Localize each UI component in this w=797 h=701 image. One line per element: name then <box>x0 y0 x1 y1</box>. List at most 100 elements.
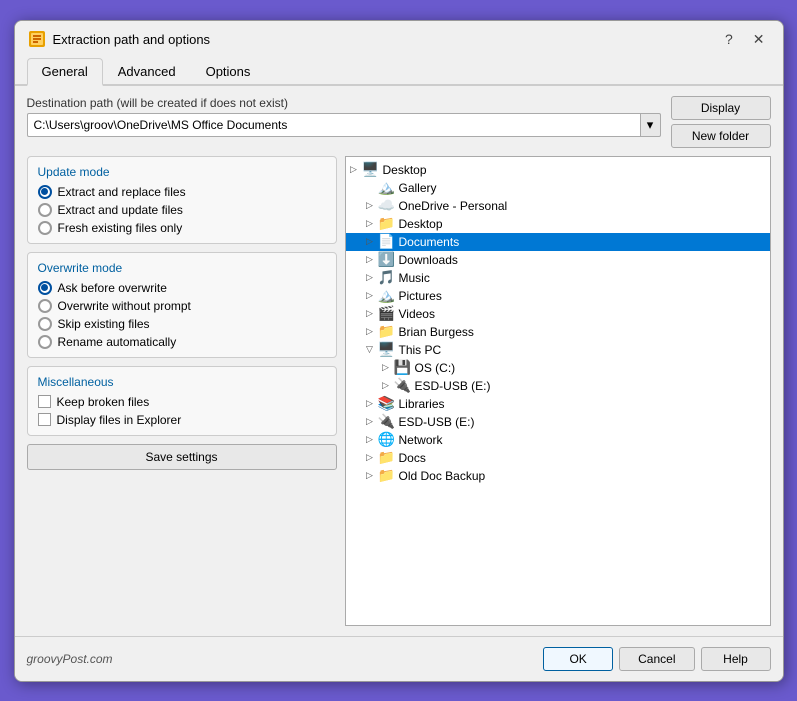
dialog-window: Extraction path and options ? ✕ General … <box>14 20 784 682</box>
title-bar: Extraction path and options ? ✕ <box>15 21 783 50</box>
tree-item-label: ESD-USB (E:) <box>415 379 491 393</box>
tree-item[interactable]: ▽ 🖥️ This PC <box>346 341 770 359</box>
title-bar-left: Extraction path and options <box>27 29 211 49</box>
tree-item-label: ESD-USB (E:) <box>399 415 475 429</box>
tree-item[interactable]: ▷ 🔌 ESD-USB (E:) <box>346 413 770 431</box>
destination-right: Display New folder <box>671 96 771 148</box>
help-button[interactable]: Help <box>701 647 771 671</box>
destination-label: Destination path (will be created if doe… <box>27 96 661 110</box>
update-extract-update[interactable]: Extract and update files <box>38 203 326 217</box>
tree-item-label: Gallery <box>399 181 437 195</box>
ok-button[interactable]: OK <box>543 647 613 671</box>
tree-item-label: OneDrive - Personal <box>399 199 508 213</box>
overwrite-ask[interactable]: Ask before overwrite <box>38 281 326 295</box>
tab-bar: General Advanced Options <box>15 50 783 86</box>
tree-item-label: Brian Burgess <box>399 325 474 339</box>
tree-item[interactable]: ▷ 📚 Libraries <box>346 395 770 413</box>
tree-item-label: Videos <box>399 307 435 321</box>
pictures-icon: 🏔️ <box>378 288 396 304</box>
overwrite-skip[interactable]: Skip existing files <box>38 317 326 331</box>
title-bar-controls: ? ✕ <box>719 29 771 50</box>
destination-row: Destination path (will be created if doe… <box>27 96 771 148</box>
file-tree-panel: ▷ 🖥️ Desktop 🏔️ Gallery ▷ ☁️ On <box>345 156 771 626</box>
tree-item[interactable]: ▷ 📁 Desktop <box>346 215 770 233</box>
tree-item[interactable]: ▷ ☁️ OneDrive - Personal <box>346 197 770 215</box>
tree-item-label: Desktop <box>383 163 427 177</box>
update-mode-title: Update mode <box>38 165 326 179</box>
miscellaneous-title: Miscellaneous <box>38 375 326 389</box>
expander-icon: ▷ <box>362 450 378 466</box>
tree-item[interactable]: ▷ 📁 Old Doc Backup <box>346 467 770 485</box>
left-panel: Update mode Extract and replace files Ex… <box>27 156 337 626</box>
tree-item[interactable]: ▷ 🎵 Music <box>346 269 770 287</box>
dialog-title: Extraction path and options <box>53 32 211 47</box>
overwrite-without-prompt-label: Overwrite without prompt <box>58 299 191 313</box>
checkbox-display-explorer <box>38 413 51 426</box>
documents-icon: 📄 <box>378 234 396 250</box>
keep-broken-files[interactable]: Keep broken files <box>38 395 326 409</box>
overwrite-rename[interactable]: Rename automatically <box>38 335 326 349</box>
tree-item[interactable]: ▷ 🎬 Videos <box>346 305 770 323</box>
expander-icon: ▷ <box>346 162 362 178</box>
tab-options[interactable]: Options <box>191 58 266 84</box>
tree-scroll-area[interactable]: ▷ 🖥️ Desktop 🏔️ Gallery ▷ ☁️ On <box>346 157 770 625</box>
tab-general[interactable]: General <box>27 58 103 86</box>
radio-rename-auto <box>38 335 52 349</box>
downloads-icon: ⬇️ <box>378 252 396 268</box>
tree-item-label: Downloads <box>399 253 458 267</box>
checkbox-keep-broken <box>38 395 51 408</box>
overwrite-mode-section: Overwrite mode Ask before overwrite Over… <box>27 252 337 358</box>
radio-extract-update <box>38 203 52 217</box>
update-fresh-only[interactable]: Fresh existing files only <box>38 221 326 235</box>
overwrite-rename-label: Rename automatically <box>58 335 177 349</box>
update-extract-replace[interactable]: Extract and replace files <box>38 185 326 199</box>
cancel-button[interactable]: Cancel <box>619 647 694 671</box>
destination-input[interactable] <box>27 113 641 137</box>
tree-item[interactable]: ▷ 🏔️ Pictures <box>346 287 770 305</box>
tree-item[interactable]: ▷ 📁 Docs <box>346 449 770 467</box>
destination-dropdown-button[interactable]: ▾ <box>641 113 661 137</box>
tree-item[interactable]: ▷ 📄 Documents <box>346 233 770 251</box>
help-title-button[interactable]: ? <box>719 29 739 49</box>
update-extract-replace-label: Extract and replace files <box>58 185 186 199</box>
update-mode-section: Update mode Extract and replace files Ex… <box>27 156 337 244</box>
footer-buttons: OK Cancel Help <box>543 647 770 671</box>
close-title-button[interactable]: ✕ <box>747 29 771 50</box>
expander-icon: ▷ <box>362 432 378 448</box>
overwrite-ask-label: Ask before overwrite <box>58 281 167 295</box>
tree-item[interactable]: 🏔️ Gallery <box>346 179 770 197</box>
save-settings-button[interactable]: Save settings <box>27 444 337 470</box>
tree-item[interactable]: ▷ 🔌 ESD-USB (E:) <box>346 377 770 395</box>
tree-item-label: Music <box>399 271 430 285</box>
user-folder-icon: 📁 <box>378 324 396 340</box>
folder-icon: 🖥️ <box>362 162 380 178</box>
usb-icon: 🔌 <box>394 378 412 394</box>
expander-icon: ▷ <box>362 414 378 430</box>
update-extract-update-label: Extract and update files <box>58 203 183 217</box>
tree-item-label: Desktop <box>399 217 443 231</box>
display-button[interactable]: Display <box>671 96 771 120</box>
main-area: Update mode Extract and replace files Ex… <box>27 156 771 626</box>
expander-icon: ▷ <box>378 360 394 376</box>
brand-label: groovyPost.com <box>27 652 113 666</box>
expander-icon: ▷ <box>362 270 378 286</box>
new-folder-button[interactable]: New folder <box>671 124 771 148</box>
destination-left: Destination path (will be created if doe… <box>27 96 661 137</box>
tree-item[interactable]: ▷ 💾 OS (C:) <box>346 359 770 377</box>
desktop-folder-icon: 📁 <box>378 216 396 232</box>
tree-item[interactable]: ▷ 🌐 Network <box>346 431 770 449</box>
expander-icon <box>362 180 378 196</box>
destination-input-row: ▾ <box>27 113 661 137</box>
display-explorer-label: Display files in Explorer <box>57 413 182 427</box>
tree-item[interactable]: ▷ 🖥️ Desktop <box>346 161 770 179</box>
radio-ask-overwrite <box>38 281 52 295</box>
tree-item[interactable]: ▷ ⬇️ Downloads <box>346 251 770 269</box>
app-icon <box>27 29 47 49</box>
dialog-body: Destination path (will be created if doe… <box>15 86 783 636</box>
chevron-down-icon: ▾ <box>647 117 654 133</box>
expander-icon: ▽ <box>362 342 378 358</box>
overwrite-without-prompt[interactable]: Overwrite without prompt <box>38 299 326 313</box>
tab-advanced[interactable]: Advanced <box>103 58 191 84</box>
display-in-explorer[interactable]: Display files in Explorer <box>38 413 326 427</box>
tree-item[interactable]: ▷ 📁 Brian Burgess <box>346 323 770 341</box>
